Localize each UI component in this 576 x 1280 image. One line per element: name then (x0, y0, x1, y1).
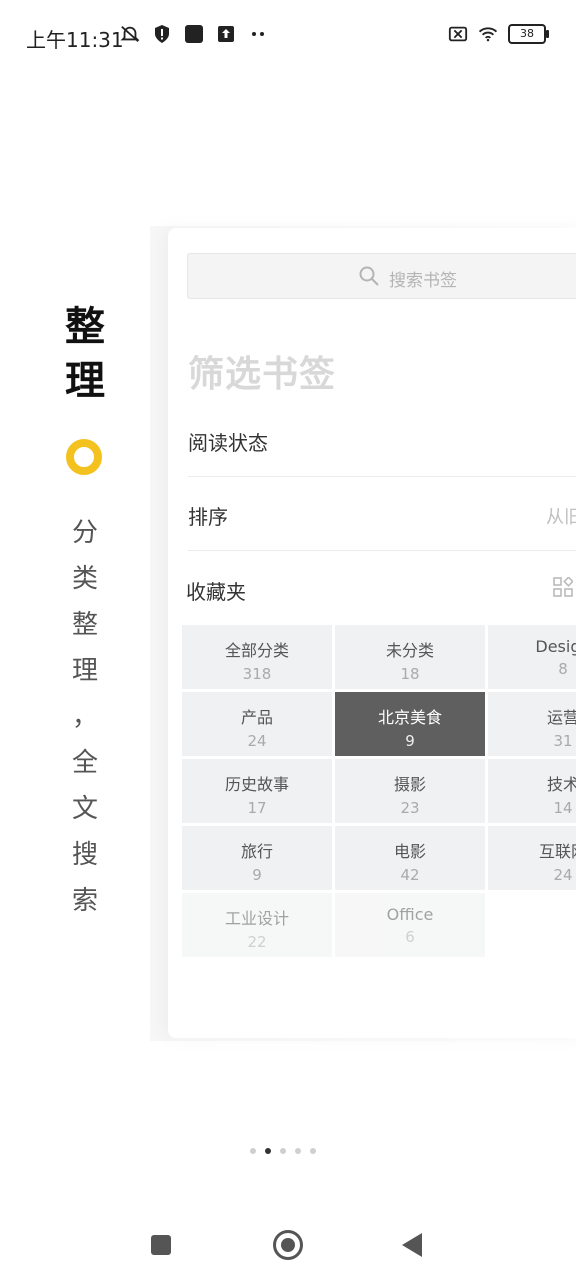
category-count: 23 (400, 799, 420, 817)
reading-status-label: 阅读状态 (188, 431, 268, 455)
feature-title-line1: 整 (65, 303, 105, 350)
sim-off-icon (448, 24, 468, 44)
search-placeholder: 搜索书签 (389, 271, 457, 291)
category-tile[interactable]: 互联网 24 (488, 826, 576, 890)
search-bar[interactable]: 搜索书签 (187, 253, 576, 299)
category-tile[interactable]: 产品 24 (182, 692, 332, 756)
category-tile[interactable]: 工业设计 22 (182, 893, 332, 957)
feature-description: 分类整理 ， 全文搜索 (66, 510, 104, 924)
category-name: 摄影 (393, 775, 426, 794)
status-bar: 上午11:31 38 (0, 0, 576, 72)
accent-ring-icon (66, 439, 102, 475)
shield-alert-icon (152, 24, 172, 44)
category-name: 历史故事 (224, 775, 289, 794)
category-name: Office (386, 905, 434, 924)
category-name: 工业设计 (224, 909, 289, 928)
category-count: 6 (405, 928, 415, 946)
category-count: 318 (242, 665, 272, 683)
category-tile[interactable]: 旅行 9 (182, 826, 332, 890)
grid-view-icon[interactable] (553, 576, 574, 597)
page-dot (250, 1148, 256, 1154)
category-tile[interactable]: 电影 42 (335, 826, 485, 890)
category-tile[interactable]: 技术 14 (488, 759, 576, 823)
recent-apps-button[interactable] (151, 1235, 171, 1255)
search-icon (359, 266, 379, 286)
status-icons-left (120, 24, 268, 44)
page-indicator (250, 1148, 316, 1154)
category-tile[interactable]: 摄影 23 (335, 759, 485, 823)
favorites-label: 收藏夹 (186, 580, 246, 604)
feature-desc-char: 文 (71, 794, 98, 824)
category-count: 8 (558, 660, 568, 678)
category-count: 24 (553, 866, 573, 884)
category-tile[interactable]: 历史故事 17 (182, 759, 332, 823)
back-button[interactable] (402, 1233, 422, 1257)
category-count: 9 (252, 866, 262, 884)
category-name: Design (535, 637, 576, 656)
favorites-row: 收藏夹 (186, 570, 576, 610)
category-name: 产品 (240, 708, 273, 727)
sort-label: 排序 (188, 505, 228, 529)
feature-title-line2: 理 (65, 357, 105, 404)
page-dot (310, 1148, 316, 1154)
app-square-icon (184, 24, 204, 44)
category-count: 14 (553, 799, 573, 817)
feature-desc-char: 分 (71, 518, 98, 548)
category-count: 31 (553, 732, 573, 750)
feature-title: 整 理 (62, 300, 108, 408)
feature-desc-char: 索 (71, 886, 98, 916)
category-count: 18 (400, 665, 420, 683)
upload-icon (216, 24, 236, 44)
category-name: 未分类 (385, 641, 434, 660)
sort-value: 从旧 (546, 507, 576, 528)
page-dot (280, 1148, 286, 1154)
filter-title: 筛选书签 (188, 354, 337, 395)
feature-desc-char: 搜 (71, 840, 98, 870)
category-tile[interactable]: Office 6 (335, 893, 485, 957)
category-tile[interactable]: 运营 31 (488, 692, 576, 756)
category-tile[interactable]: 未分类 18 (335, 625, 485, 689)
category-count: 9 (405, 732, 415, 750)
category-tile[interactable]: 北京美食 9 (335, 692, 485, 756)
category-name: 互联网 (538, 842, 576, 861)
feature-desc-char: 整 (71, 610, 98, 640)
category-count: 22 (247, 933, 267, 951)
wifi-icon (478, 24, 498, 44)
category-count: 42 (400, 866, 420, 884)
category-count: 17 (247, 799, 267, 817)
feature-desc-char: 类 (71, 564, 98, 594)
battery-icon: 38 (508, 24, 549, 44)
feature-desc-char: 理 (71, 656, 98, 686)
category-tile[interactable]: 全部分类 318 (182, 625, 332, 689)
more-dots-icon (248, 24, 268, 44)
category-name: 运营 (546, 708, 576, 727)
reading-status-row[interactable]: 阅读状态 (188, 403, 576, 477)
category-name: 全部分类 (224, 641, 289, 660)
page-dot (265, 1148, 271, 1154)
status-icons-right: 38 (448, 24, 549, 44)
feature-desc-char: 全 (71, 748, 98, 778)
home-button[interactable] (273, 1230, 303, 1260)
feature-desc-char: ， (71, 702, 98, 732)
category-count: 24 (247, 732, 267, 750)
category-name: 旅行 (240, 842, 273, 861)
status-time: 上午11:31 (26, 28, 124, 52)
page-dot (295, 1148, 301, 1154)
sort-row[interactable]: 排序 从旧 (188, 477, 576, 551)
bell-off-icon (120, 24, 140, 44)
category-name: 技术 (546, 775, 576, 794)
category-name: 北京美食 (377, 708, 442, 727)
category-name: 电影 (393, 842, 426, 861)
category-tile[interactable]: Design 8 (488, 625, 576, 689)
